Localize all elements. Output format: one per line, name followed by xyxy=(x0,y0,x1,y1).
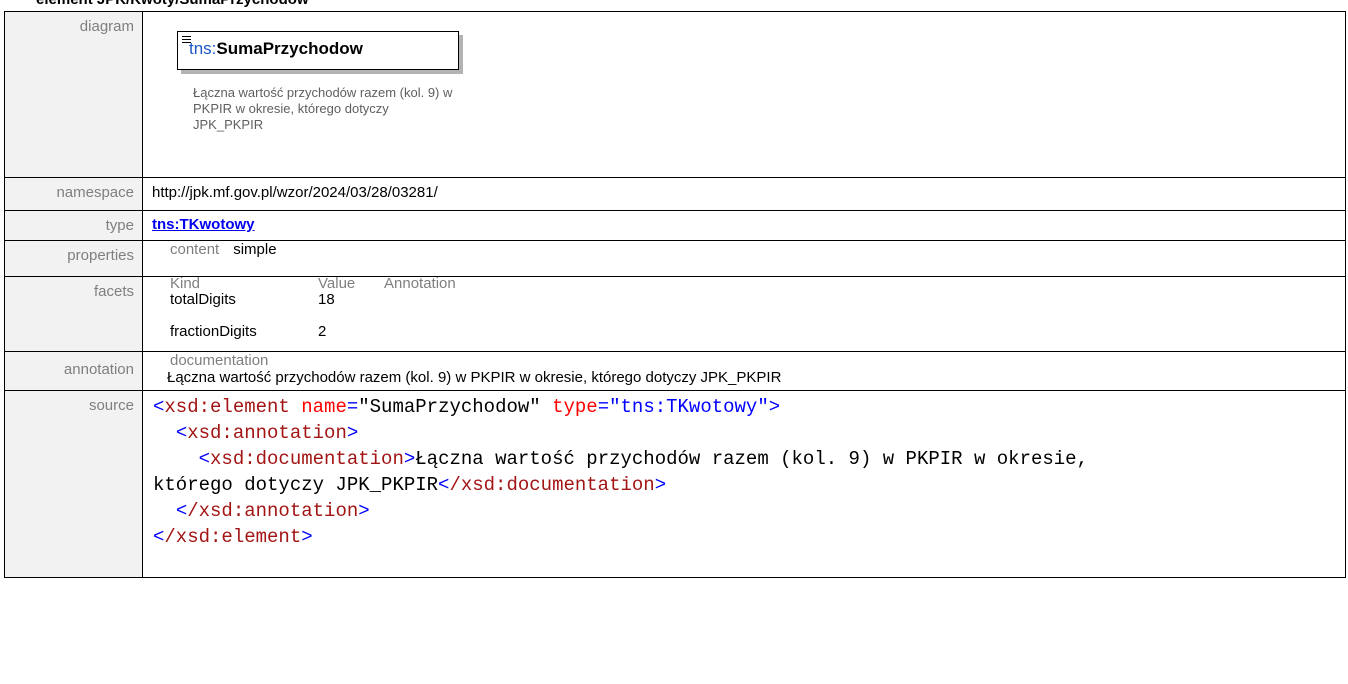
source-line: </xsd:element> xyxy=(153,526,313,548)
page-heading: element JPK/Kwoty/SumaPrzychodow xyxy=(36,0,309,11)
element-diagram-box: tns:SumaPrzychodow xyxy=(177,31,459,70)
diagram-description: Łączna wartość przychodów razem (kol. 9)… xyxy=(193,85,453,132)
annotation-key: documentation xyxy=(170,352,269,369)
label-type: type xyxy=(4,210,143,241)
source-line: </xsd:annotation> xyxy=(175,500,370,522)
row-source: source <xsd:element name="SumaPrzychodow… xyxy=(4,390,1346,578)
row-annotation: annotation documentation Łączna wartość … xyxy=(4,351,1346,391)
source-code: <xsd:element name="SumaPrzychodow" type=… xyxy=(142,390,1346,578)
facet-value: 2 xyxy=(318,323,327,340)
label-facets: facets xyxy=(4,276,143,352)
row-properties: properties content simple xyxy=(4,240,1346,277)
source-line: <xsd:annotation> xyxy=(175,422,359,444)
label-annotation: annotation xyxy=(4,351,143,391)
row-type: type tns:TKwotowy xyxy=(4,210,1346,241)
facet-value: 18 xyxy=(318,291,335,308)
row-namespace: namespace http://jpk.mf.gov.pl/wzor/2024… xyxy=(4,177,1346,211)
properties-key: content xyxy=(170,241,220,258)
facet-kind: fractionDigits xyxy=(170,323,257,340)
facets-header-value: Value xyxy=(318,275,356,292)
annotation-value: Łączna wartość przychodów razem (kol. 9)… xyxy=(167,369,782,386)
source-line: <xsd:documentation>Łączna wartość przych… xyxy=(198,448,1088,470)
facets-header-kind: Kind xyxy=(170,275,201,292)
namespace-value: http://jpk.mf.gov.pl/wzor/2024/03/28/032… xyxy=(142,177,1346,211)
label-diagram: diagram xyxy=(4,11,143,178)
label-source: source xyxy=(4,390,143,578)
facets-cell: Kind Value Annotation totalDigits 18 fra… xyxy=(142,275,1346,352)
properties-value: simple xyxy=(233,241,277,258)
label-properties: properties xyxy=(4,240,143,277)
diagram-element-name: tns:SumaPrzychodow xyxy=(189,39,363,58)
source-line: <xsd:element name="SumaPrzychodow" type=… xyxy=(153,396,781,418)
type-link[interactable]: tns:TKwotowy xyxy=(152,216,255,233)
row-facets: facets Kind Value Annotation totalDigits… xyxy=(4,275,1346,352)
label-namespace: namespace xyxy=(4,177,143,211)
facet-kind: totalDigits xyxy=(170,291,236,308)
source-line: którego dotyczy JPK_PKPIR</xsd:documenta… xyxy=(153,474,667,496)
facets-header-annotation: Annotation xyxy=(384,275,456,292)
